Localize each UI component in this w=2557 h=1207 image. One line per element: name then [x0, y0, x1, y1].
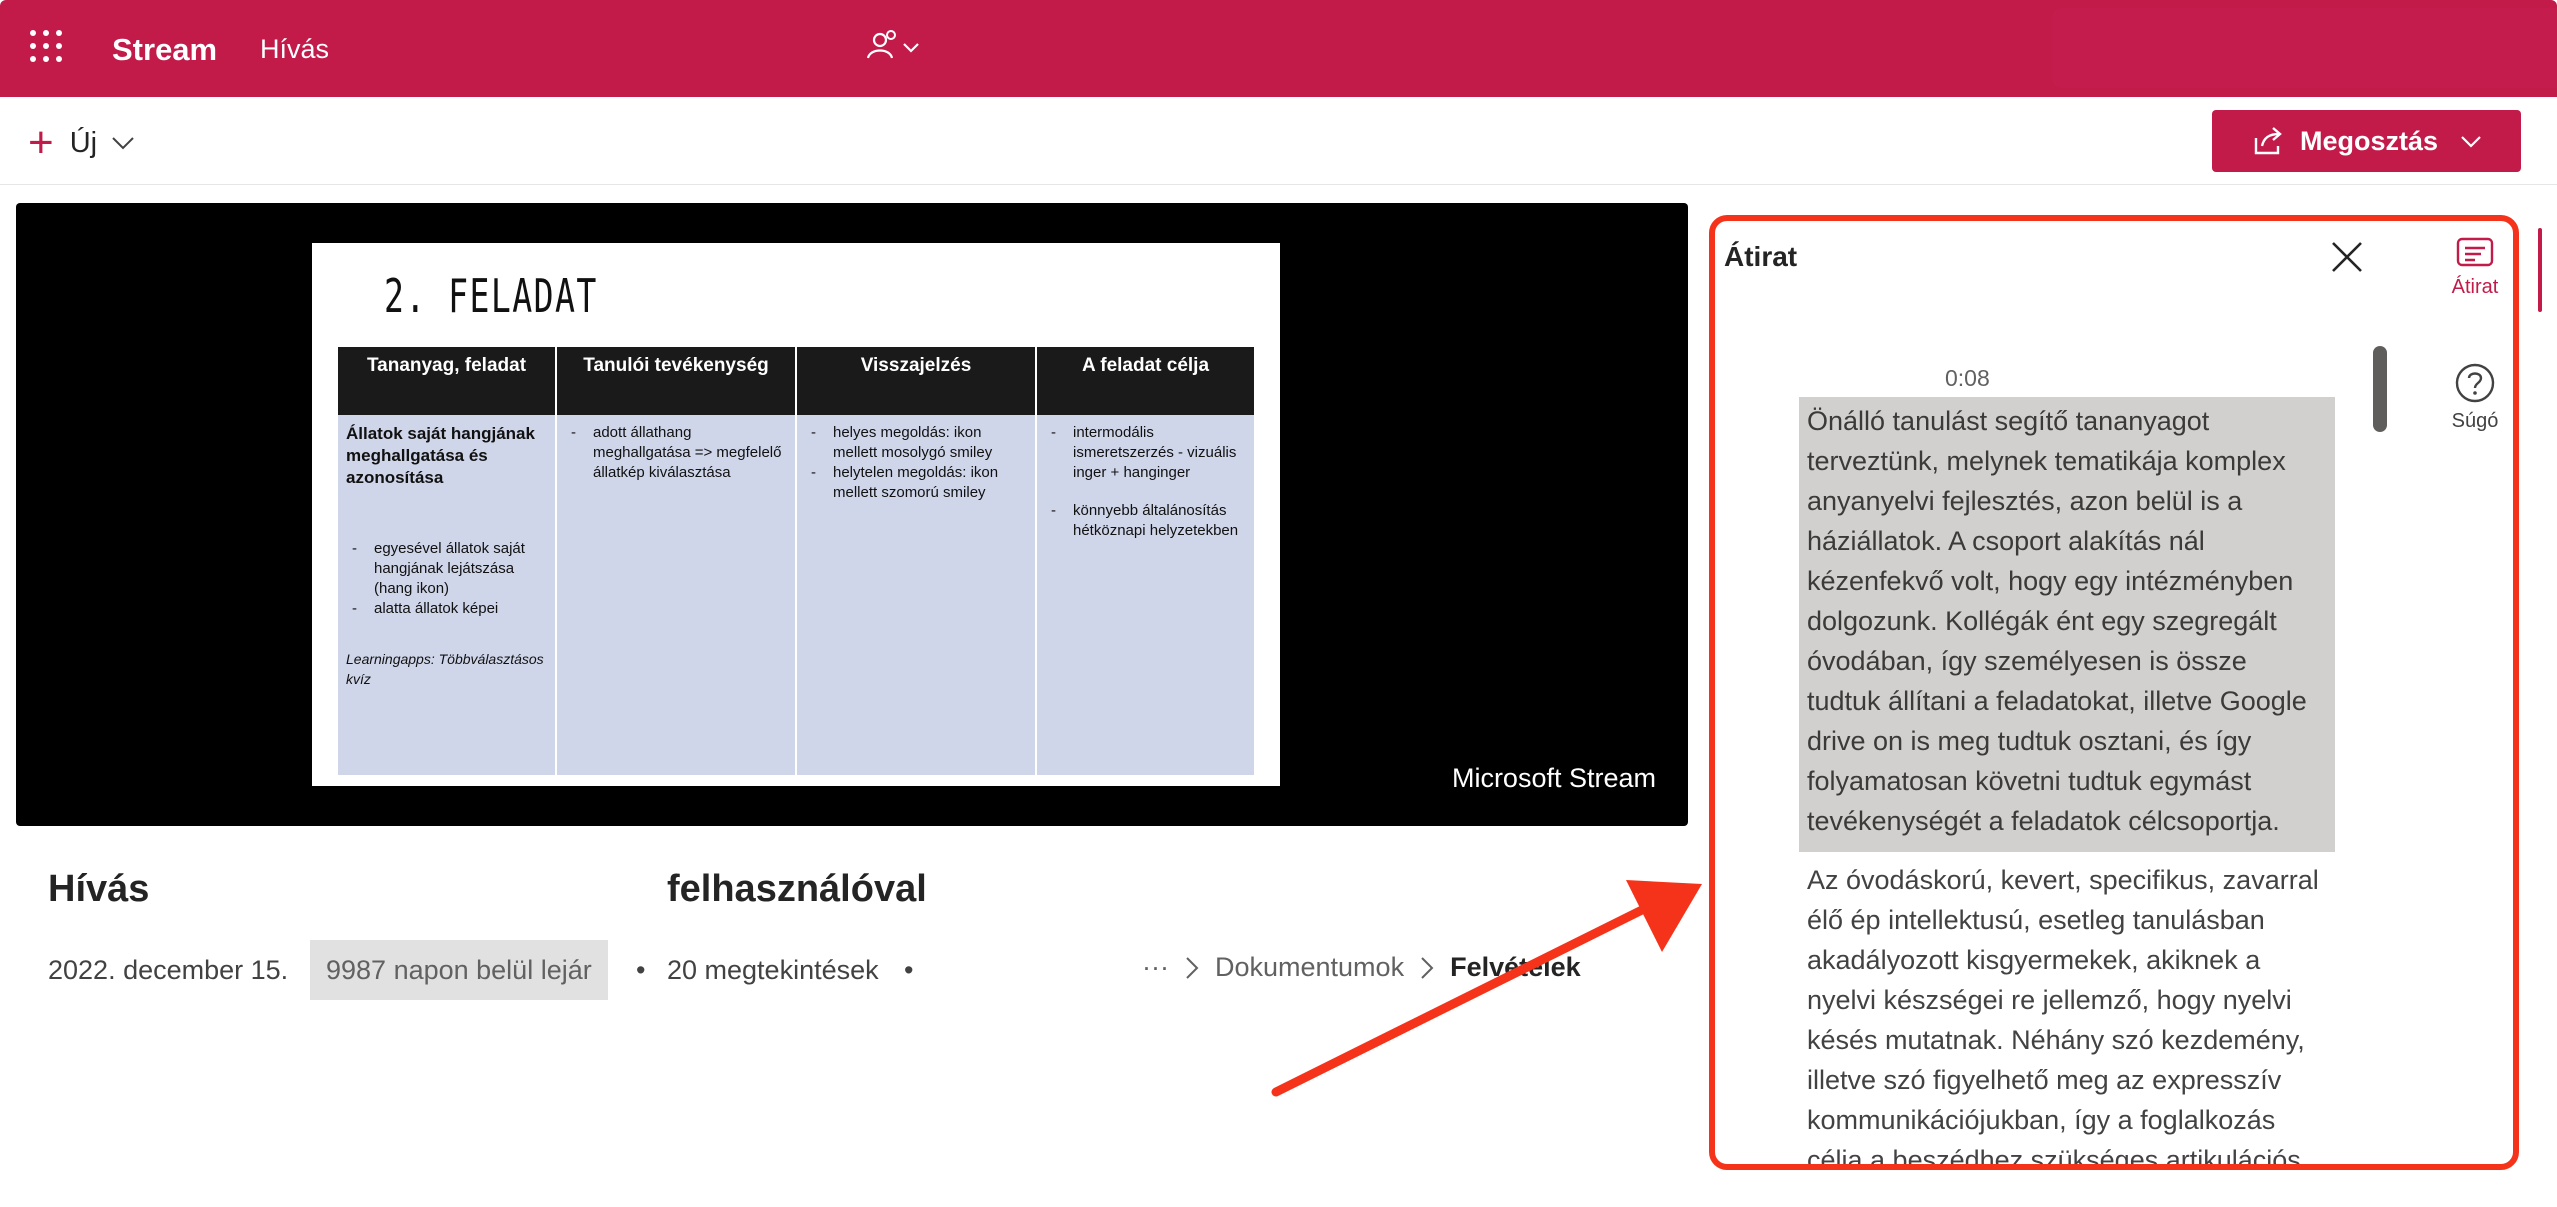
close-transcript-button[interactable] [2325, 235, 2369, 279]
command-bar: + Új Megosztás [0, 97, 2557, 185]
annotation-arrow-icon [1271, 880, 1702, 1097]
transcript-icon [2456, 237, 2494, 267]
transcript-segment[interactable]: Az óvodáskorú, kevert, specifikus, zavar… [1799, 856, 2335, 1164]
slide-cell-item: egyesével állatok saját hangjának lejáts… [346, 539, 547, 599]
slide-table-cell: helyes megoldás: ikon mellett mosolygó s… [795, 415, 1036, 775]
slide-table-header: Tananyag, feladat [338, 347, 556, 415]
slide-table-header: Visszajelzés [795, 347, 1036, 415]
participants-icon [866, 30, 919, 59]
slide-cell-item: könnyebb általánosítás hétköznapi helyze… [1045, 501, 1246, 541]
chevron-right-icon [1186, 956, 1199, 979]
new-button-label: Új [69, 126, 98, 159]
help-icon [2455, 363, 2495, 403]
transcript-timestamp[interactable]: 0:08 [1945, 365, 1990, 392]
slide-cell-item: helyes megoldás: ikon mellett mosolygó s… [805, 423, 1027, 463]
transcript-panel: Átirat 0:08 Önálló tanulást segítő tanan… [1709, 215, 2519, 1170]
slide-table-cell: adott állathang meghallgatása => megfele… [555, 415, 796, 775]
video-title-suffix: felhasználóval [667, 868, 927, 910]
slide-cell-note: Learningapps: Többválasztásos kvíz [346, 651, 544, 687]
rail-transcript-button[interactable]: Átirat [2442, 236, 2508, 299]
share-icon [2254, 127, 2282, 155]
slide-cell-heading: Állatok saját hangjának meghallgatása és… [346, 424, 535, 487]
rail-help-label: Súgó [2451, 410, 2499, 432]
rail-active-indicator [2538, 228, 2542, 312]
slide-title: 2. feladat [384, 269, 598, 323]
slide-cell-item: alatta állatok képei [346, 599, 547, 619]
rail-transcript-label: Átirat [2451, 276, 2499, 298]
recording-date: 2022. december 15. [48, 955, 289, 985]
view-count: 20 megtekintések [667, 955, 879, 985]
video-title: Hívás [48, 868, 150, 910]
chevron-down-icon [2461, 135, 2481, 148]
plus-icon: + [28, 118, 54, 167]
slide-cell-item: helytelen megoldás: ikon mellett szomorú… [805, 463, 1027, 503]
video-player[interactable]: 2. feladat Tananyag, feladat Tanulói tev… [16, 203, 1688, 826]
slide-table-header: Tanulói tevékenység [555, 347, 796, 415]
top-bar: Stream Hívás [0, 0, 2557, 97]
slide-table-cell: intermodális ismeretszerzés - vizuális i… [1035, 415, 1254, 775]
expiration-badge[interactable]: 9987 napon belül lejár [310, 940, 608, 1000]
transcript-panel-title: Átirat [1724, 241, 1798, 272]
transcript-segment-active[interactable]: Önálló tanulást segítő tananyagot tervez… [1799, 397, 2335, 852]
slide-table: Tananyag, feladat Tanulói tevékenység Vi… [338, 347, 1254, 775]
share-button[interactable]: Megosztás [2212, 110, 2521, 172]
slide-cell-item: intermodális ismeretszerzés - vizuális i… [1045, 423, 1246, 483]
breadcrumb-more-button[interactable]: ··· [1142, 952, 1169, 983]
presentation-slide: 2. feladat Tananyag, feladat Tanulói tev… [312, 243, 1280, 786]
chevron-down-icon [112, 137, 134, 150]
search-box[interactable] [2052, 8, 2557, 88]
transcript-scrollbar[interactable] [2373, 346, 2387, 432]
share-button-label: Megosztás [2300, 125, 2439, 156]
slide-table-header: A feladat célja [1035, 347, 1254, 415]
app-launcher-icon[interactable] [30, 30, 62, 62]
stream-watermark: Microsoft Stream [1451, 763, 1656, 793]
separator-dot: • [904, 955, 914, 985]
meeting-breadcrumb[interactable]: Hívás [260, 34, 329, 65]
new-button[interactable]: + Új [28, 118, 135, 167]
slide-cell-item: adott állathang meghallgatása => megfele… [565, 423, 787, 483]
separator-dot: • [636, 955, 646, 985]
rail-help-button[interactable]: Súgó [2442, 362, 2508, 433]
slide-table-cell: Állatok saját hangjának meghallgatása és… [338, 415, 556, 775]
app-name-link[interactable]: Stream [112, 32, 217, 68]
close-icon [2332, 242, 2362, 272]
participants-button[interactable] [862, 28, 926, 64]
